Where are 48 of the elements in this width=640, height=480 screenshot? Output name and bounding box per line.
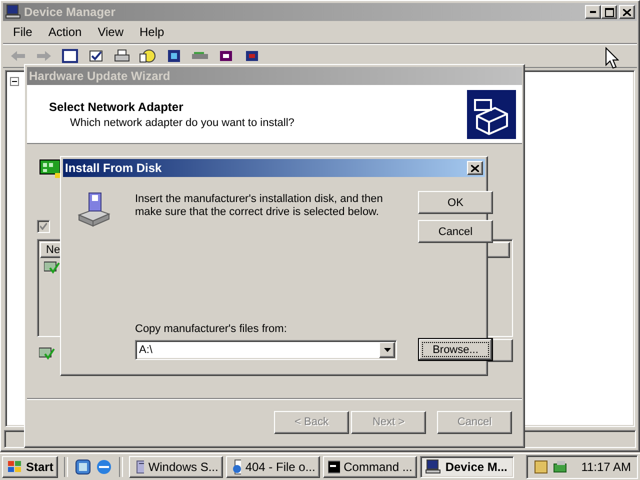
window-title: Hardware Update Wizard	[29, 69, 172, 83]
server-icon	[134, 459, 144, 475]
close-icon	[623, 8, 631, 16]
menu-item[interactable]: File	[7, 25, 38, 39]
desktop-icon[interactable]	[74, 458, 92, 476]
computer-icon	[5, 4, 21, 20]
field-label: Copy manufacturer's files from:	[135, 323, 288, 335]
menu-item[interactable]: Help	[134, 25, 170, 39]
computer-icon	[425, 459, 442, 475]
dialog-button[interactable]: OK	[418, 191, 493, 214]
check-icon	[40, 223, 47, 230]
taskbar-button[interactable]: 404 - File o...	[226, 456, 320, 478]
minimize-button[interactable]	[585, 5, 601, 19]
menu-item[interactable]: View	[92, 25, 130, 39]
network-adapter-icon	[44, 260, 60, 274]
dialog-title: Install From Disk	[65, 161, 163, 175]
close-button[interactable]	[467, 161, 483, 175]
tray-icon[interactable]	[533, 459, 550, 475]
network-card-icon	[39, 159, 63, 179]
close-button[interactable]	[619, 5, 635, 19]
browse-button[interactable]: Browse...	[418, 338, 493, 361]
dialog-button[interactable]: Cancel	[418, 220, 493, 243]
window-title: Device Manager	[24, 5, 116, 19]
minimize-icon	[590, 11, 596, 13]
network-adapter-icon	[39, 346, 55, 360]
hardware-icon	[467, 90, 516, 138]
clock: 11:17 AM	[581, 460, 631, 474]
window-icon[interactable]	[61, 48, 79, 64]
floppy-drive-icon	[77, 191, 111, 227]
wizard-subheading: Which network adapter do you want to install?	[69, 116, 294, 128]
menu-item[interactable]: Action	[42, 25, 88, 39]
taskbar-button[interactable]: Command ...	[323, 456, 418, 478]
start-button[interactable]: Start	[2, 456, 58, 478]
taskbar-button[interactable]: Device M...	[420, 456, 514, 478]
dropdown-arrow-icon	[384, 348, 390, 352]
path-combo-box[interactable]: A:\	[135, 340, 397, 360]
maximize-icon	[604, 8, 614, 16]
dialog-message: Insert the manufacturer's installation disk, and then make sure that the correct drive is selected below.	[135, 193, 384, 220]
windows-logo-icon	[7, 460, 23, 474]
printer-icon[interactable]	[113, 48, 131, 64]
collapse-icon[interactable]	[10, 77, 19, 86]
console-icon	[328, 460, 340, 474]
wizard-heading: Select Network Adapter	[49, 100, 184, 114]
web-page-icon	[231, 459, 242, 475]
taskbar-button[interactable]: Windows S...	[129, 456, 224, 478]
close-icon	[471, 164, 479, 172]
maximize-button[interactable]	[601, 5, 617, 19]
network-tray-icon[interactable]	[553, 459, 570, 475]
